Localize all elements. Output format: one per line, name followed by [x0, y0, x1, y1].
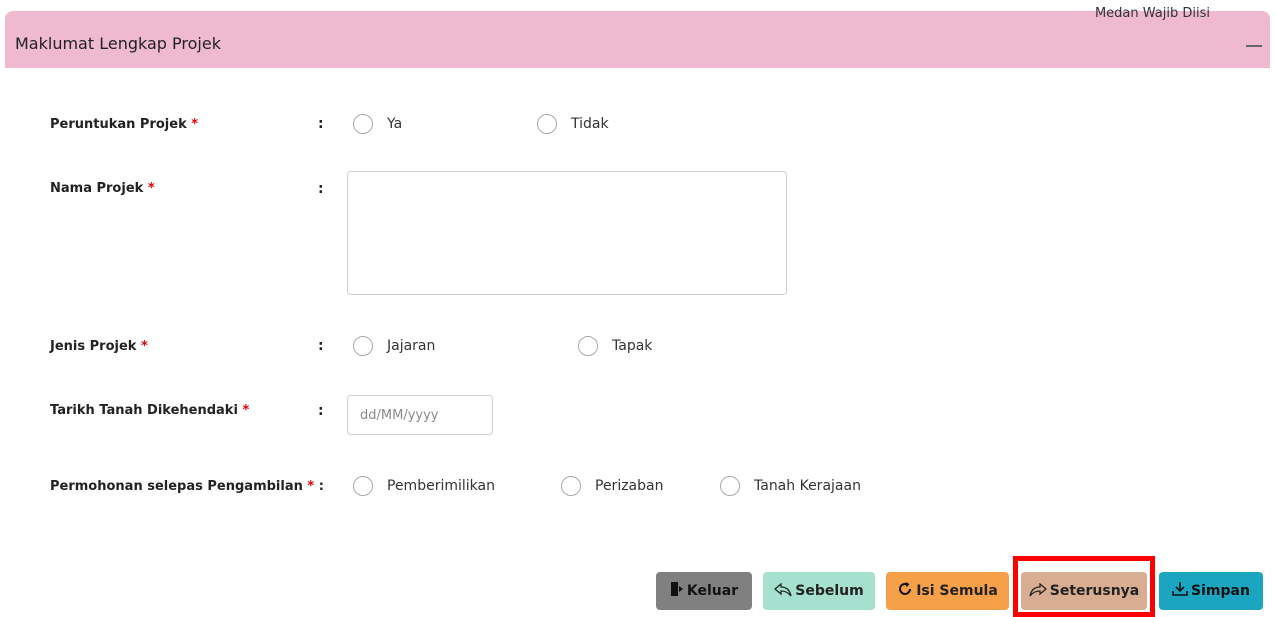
sebelum-button-label: Sebelum: [795, 583, 864, 599]
simpan-button-label: Simpan: [1191, 583, 1250, 599]
page: Maklumat Lengkap Projek Medan Wajib Diis…: [0, 0, 1275, 617]
share-forward-icon: [1029, 582, 1047, 601]
permohonan-label-text: Permohonan selepas Pengambilan: [50, 479, 303, 494]
colon: :: [318, 403, 324, 419]
jenis-projek-label-text: Jenis Projek: [50, 339, 137, 354]
radio-label-tanah-kerajaan: Tanah Kerajaan: [754, 478, 861, 494]
radio-label-ya: Ya: [387, 116, 403, 132]
nama-projek-label: Nama Projek *: [50, 181, 155, 196]
radio-option-tapak[interactable]: Tapak: [578, 336, 652, 356]
radio-button[interactable]: [561, 476, 581, 496]
colon: :: [318, 181, 324, 197]
seterusnya-button-label: Seterusnya: [1049, 583, 1140, 599]
isi-semula-button-label: Isi Semula: [916, 583, 998, 599]
tarikh-tanah-label: Tarikh Tanah Dikehendaki *: [50, 403, 249, 418]
radio-option-jajaran[interactable]: Jajaran: [353, 336, 435, 356]
peruntukan-projek-label-text: Peruntukan Projek: [50, 117, 187, 132]
required-asterisk: *: [307, 479, 315, 494]
tarikh-tanah-label-text: Tarikh Tanah Dikehendaki: [50, 403, 238, 418]
radio-button[interactable]: [720, 476, 740, 496]
radio-option-pemberimilikan[interactable]: Pemberimilikan: [353, 476, 495, 496]
colon: :: [318, 479, 324, 494]
keluar-button-label: Keluar: [686, 583, 739, 599]
isi-semula-button[interactable]: Isi Semula: [886, 572, 1009, 610]
download-icon: [1172, 581, 1188, 601]
radio-label-tidak: Tidak: [571, 116, 609, 132]
nama-projek-label-text: Nama Projek: [50, 181, 144, 196]
radio-label-pemberimilikan: Pemberimilikan: [387, 478, 495, 494]
required-asterisk: *: [147, 181, 155, 196]
simpan-button[interactable]: Simpan: [1159, 572, 1263, 610]
colon: :: [318, 116, 324, 132]
radio-button[interactable]: [537, 114, 557, 134]
required-asterisk: *: [191, 117, 199, 132]
nama-projek-textarea[interactable]: [347, 171, 787, 295]
seterusnya-button[interactable]: Seterusnya: [1021, 572, 1147, 610]
collapse-icon[interactable]: [1246, 45, 1262, 47]
radio-button[interactable]: [353, 476, 373, 496]
radio-button[interactable]: [353, 114, 373, 134]
jenis-projek-label: Jenis Projek *: [50, 339, 148, 354]
colon: :: [318, 338, 324, 354]
tarikh-date-input[interactable]: [347, 395, 493, 435]
radio-option-tanah-kerajaan[interactable]: Tanah Kerajaan: [720, 476, 861, 496]
peruntukan-projek-label: Peruntukan Projek *: [50, 117, 198, 132]
radio-label-perizaban: Perizaban: [595, 478, 664, 494]
keluar-button[interactable]: Keluar: [656, 572, 752, 610]
panel-title: Maklumat Lengkap Projek: [15, 34, 221, 53]
radio-label-jajaran: Jajaran: [387, 338, 436, 354]
required-fields-note: Medan Wajib Diisi: [1094, 6, 1210, 21]
radio-option-ya[interactable]: Ya: [353, 114, 402, 134]
required-asterisk: *: [140, 339, 148, 354]
radio-label-tapak: Tapak: [612, 338, 653, 354]
permohonan-label: Permohonan selepas Pengambilan * :: [50, 479, 324, 494]
required-asterisk: *: [242, 403, 250, 418]
exit-door-icon: [670, 581, 684, 601]
radio-button[interactable]: [353, 336, 373, 356]
panel-header: Maklumat Lengkap Projek Medan Wajib Diis…: [5, 6, 1270, 68]
reply-back-icon: [774, 582, 792, 601]
refresh-icon: [897, 581, 913, 601]
radio-button[interactable]: [578, 336, 598, 356]
sebelum-button[interactable]: Sebelum: [763, 572, 875, 610]
radio-option-perizaban[interactable]: Perizaban: [561, 476, 663, 496]
radio-option-tidak[interactable]: Tidak: [537, 114, 609, 134]
